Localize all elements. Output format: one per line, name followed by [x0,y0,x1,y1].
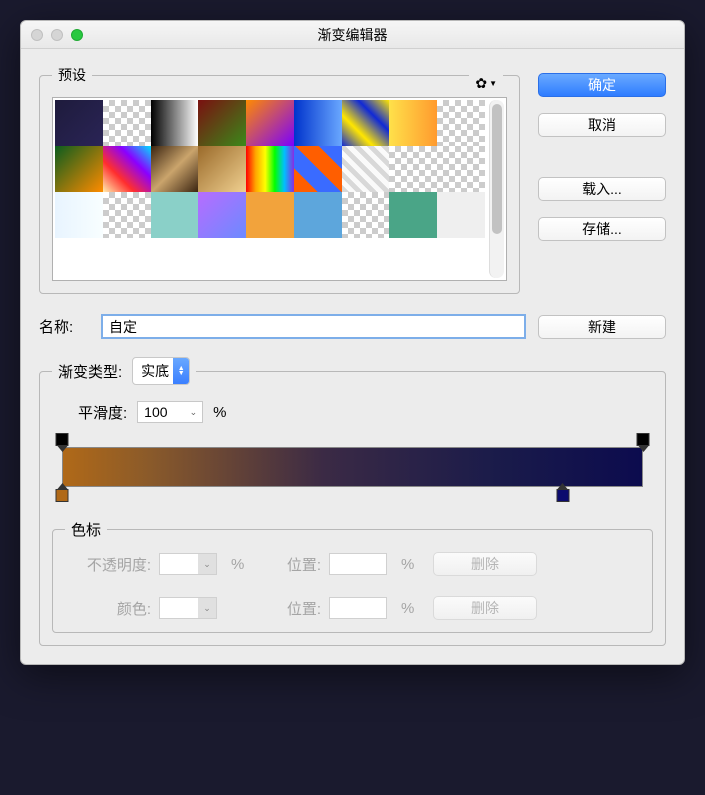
stops-fieldset: 色标 不透明度: ⌄ % 位置: % 删除 颜色: ⌄ 位置: % 删除 [52,519,653,633]
opacity-label: 不透明度: [65,554,151,575]
chevron-down-icon: ⌄ [198,554,216,574]
preset-swatch[interactable] [103,192,151,238]
percent-label: % [401,600,425,617]
presets-scrollbar[interactable] [489,100,504,278]
presets-menu-button[interactable]: ✿ ▼ [469,75,503,92]
position-label: 位置: [269,554,321,575]
chevron-down-icon: ⌄ [190,407,198,418]
opacity-input: ⌄ [159,553,217,575]
titlebar: 渐变编辑器 [21,21,684,49]
preset-swatch[interactable] [198,146,246,192]
zoom-window-button[interactable] [71,29,83,41]
color-position-input [329,597,387,619]
preset-swatch[interactable] [151,100,199,146]
preset-swatches-grid [55,100,485,278]
preset-swatch[interactable] [246,192,294,238]
dropdown-icon: ▼ [489,79,497,88]
presets-box [52,97,507,281]
gradient-type-legend: 渐变类型: 实底 ▲▼ [52,357,196,385]
preset-swatch[interactable] [294,192,342,238]
position-label: 位置: [269,598,321,619]
preset-swatch[interactable] [246,146,294,192]
preset-swatch[interactable] [437,146,485,192]
color-stop-right[interactable] [556,489,569,502]
preset-swatch[interactable] [55,146,103,192]
preset-swatch[interactable] [151,192,199,238]
preset-swatch[interactable] [103,146,151,192]
name-label: 名称: [39,316,89,337]
color-label: 颜色: [65,598,151,619]
preset-swatch[interactable] [437,100,485,146]
name-input[interactable] [101,314,526,339]
preset-swatch[interactable] [103,100,151,146]
preset-swatch[interactable] [246,100,294,146]
stops-legend: 色标 [65,519,107,540]
gradient-editor-strip [52,429,653,515]
window-controls [21,29,83,41]
presets-legend: 预设 [52,65,92,85]
gradient-type-label: 渐变类型: [58,361,122,382]
preset-swatch[interactable] [389,100,437,146]
preset-swatch[interactable] [342,192,390,238]
gradient-type-select[interactable]: 实底 ▲▼ [132,357,190,385]
percent-label: % [231,556,261,573]
preset-swatch[interactable] [198,100,246,146]
preset-swatch[interactable] [342,100,390,146]
preset-swatch[interactable] [294,146,342,192]
gradient-type-fieldset: 渐变类型: 实底 ▲▼ 平滑度: 100 ⌄ % [39,357,666,646]
dialog-buttons-column: 确定 取消 载入... 存储... [538,65,666,241]
percent-label: % [213,404,226,421]
smoothness-label: 平滑度: [78,402,127,423]
dialog-title: 渐变编辑器 [21,25,684,45]
cancel-button[interactable]: 取消 [538,113,666,137]
preset-swatch[interactable] [55,100,103,146]
new-button[interactable]: 新建 [538,315,666,339]
ok-button[interactable]: 确定 [538,73,666,97]
opacity-position-input [329,553,387,575]
scrollbar-thumb[interactable] [492,104,502,234]
preset-swatch[interactable] [151,146,199,192]
preset-swatch[interactable] [342,146,390,192]
gradient-editor-dialog: 渐变编辑器 预设 ✿ ▼ 确定 取消 载入. [20,20,685,665]
load-button[interactable]: 载入... [538,177,666,201]
opacity-stop-left[interactable] [56,433,69,446]
gear-icon: ✿ [475,75,487,92]
gradient-preview-bar[interactable] [62,447,643,487]
gradient-type-value: 实底 [141,363,169,379]
presets-fieldset: 预设 ✿ ▼ [39,65,520,294]
percent-label: % [401,556,425,573]
preset-swatch[interactable] [437,192,485,238]
preset-swatch[interactable] [55,192,103,238]
color-swatch-input: ⌄ [159,597,217,619]
delete-color-stop-button: 删除 [433,596,537,620]
save-button[interactable]: 存储... [538,217,666,241]
minimize-window-button[interactable] [51,29,63,41]
select-caret-icon: ▲▼ [173,358,189,384]
opacity-stop-right[interactable] [637,433,650,446]
smoothness-input[interactable]: 100 ⌄ [137,401,203,423]
smoothness-value: 100 [144,404,167,420]
delete-opacity-stop-button: 删除 [433,552,537,576]
preset-swatch[interactable] [198,192,246,238]
preset-swatch[interactable] [294,100,342,146]
preset-swatch[interactable] [389,192,437,238]
chevron-down-icon: ⌄ [198,598,216,618]
close-window-button[interactable] [31,29,43,41]
color-stop-left[interactable] [56,489,69,502]
preset-swatch[interactable] [389,146,437,192]
